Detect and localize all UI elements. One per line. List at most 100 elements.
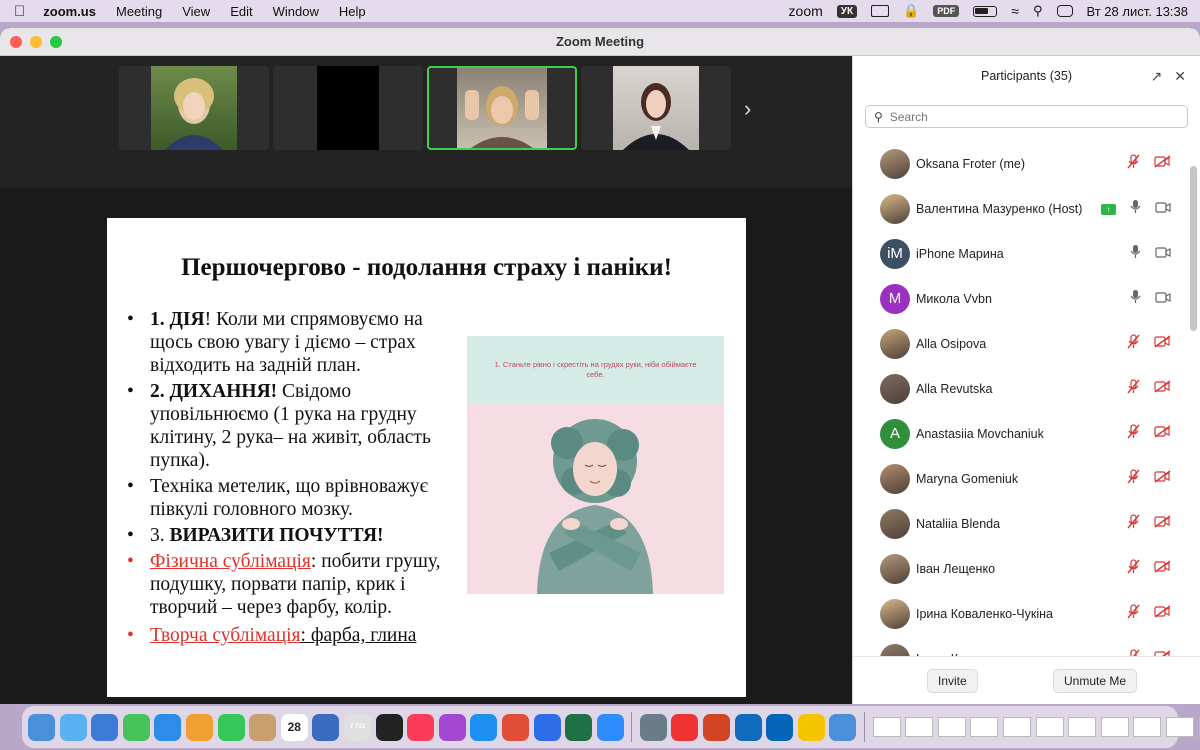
- minimized-window-thumbnail[interactable]: [1035, 717, 1064, 737]
- minimized-window-thumbnail[interactable]: [1133, 717, 1162, 737]
- stocks-icon[interactable]: [596, 713, 624, 741]
- participant-row[interactable]: Oksana Froter (me): [853, 141, 1189, 186]
- mic-muted-icon[interactable]: [1127, 334, 1140, 354]
- video-off-icon[interactable]: [1154, 605, 1171, 623]
- word-icon[interactable]: [375, 713, 403, 741]
- mail-icon[interactable]: 7 732: [343, 713, 371, 741]
- participant-row[interactable]: iM iPhone Марина: [853, 231, 1189, 276]
- video-thumbnail[interactable]: [273, 66, 423, 150]
- participant-search[interactable]: ⚲: [865, 105, 1188, 128]
- participant-list[interactable]: Oksana Froter (me) Валентина Мазуренко (H…: [853, 141, 1189, 656]
- pop-out-icon[interactable]: ↗: [1151, 68, 1163, 85]
- mic-muted-icon[interactable]: [1127, 424, 1140, 444]
- screen-mirror-icon[interactable]: [871, 5, 890, 17]
- mic-muted-icon[interactable]: [1127, 559, 1140, 579]
- video-off-icon[interactable]: [1154, 380, 1171, 398]
- reminders-icon[interactable]: [407, 713, 435, 741]
- menu-meeting[interactable]: Meeting: [116, 4, 162, 19]
- participant-row[interactable]: Ірина Коваленко-Чукіна: [853, 591, 1189, 636]
- wifi-icon[interactable]: ≈: [1011, 3, 1019, 19]
- participant-row[interactable]: Ірина Коваленко: [853, 636, 1189, 656]
- outlook-icon[interactable]: [797, 713, 825, 741]
- excel-icon[interactable]: [639, 713, 667, 741]
- minimized-window-thumbnail[interactable]: [905, 717, 934, 737]
- close-icon[interactable]: ✕: [1174, 68, 1186, 85]
- spotlight-search-icon[interactable]: ⚲: [1033, 3, 1043, 19]
- music-icon[interactable]: [470, 713, 498, 741]
- minimized-window-thumbnail[interactable]: [937, 717, 966, 737]
- tv-icon[interactable]: [438, 713, 466, 741]
- minimized-window-thumbnail[interactable]: [1003, 717, 1031, 737]
- mic-muted-icon[interactable]: [1127, 469, 1140, 489]
- video-off-icon[interactable]: [1154, 425, 1171, 443]
- minimized-window-thumbnail[interactable]: [970, 717, 999, 737]
- participant-row[interactable]: M Микола Vvbn: [853, 276, 1189, 321]
- powerpoint-icon[interactable]: [766, 713, 794, 741]
- clock-text[interactable]: Вт 28 лист. 13:38: [1087, 4, 1189, 19]
- input-language-badge[interactable]: УК: [836, 4, 858, 18]
- video-icon[interactable]: [1155, 290, 1171, 308]
- mic-icon[interactable]: [1130, 289, 1141, 309]
- mic-muted-icon[interactable]: [1127, 379, 1140, 399]
- menu-view[interactable]: View: [182, 4, 210, 19]
- battery-icon[interactable]: [973, 5, 998, 17]
- facetime-icon[interactable]: [217, 713, 245, 741]
- notes-icon[interactable]: [249, 713, 277, 741]
- pdf-badge[interactable]: PDF: [933, 5, 960, 17]
- participant-row[interactable]: Валентина Мазуренко (Host) ↑: [853, 186, 1189, 231]
- minimized-window-thumbnail[interactable]: [1068, 717, 1097, 737]
- finder-icon[interactable]: [28, 713, 55, 741]
- minimized-window-thumbnail[interactable]: [1100, 717, 1129, 737]
- pdf-icon[interactable]: [734, 713, 762, 741]
- participant-row[interactable]: Alla Osipova: [853, 321, 1189, 366]
- unmute-me-button[interactable]: Unmute Me: [1053, 669, 1138, 693]
- podcasts-icon[interactable]: [501, 713, 529, 741]
- video-icon[interactable]: [1155, 245, 1171, 263]
- participant-row[interactable]: Nataliia Blenda: [853, 501, 1189, 546]
- launchpad-icon[interactable]: [91, 713, 119, 741]
- menu-window[interactable]: Window: [273, 4, 319, 19]
- mic-muted-icon[interactable]: [1127, 514, 1140, 534]
- video-off-icon[interactable]: [1154, 335, 1171, 353]
- photos-icon[interactable]: [185, 713, 213, 741]
- video-off-icon[interactable]: [1154, 470, 1171, 488]
- video-icon[interactable]: [1155, 200, 1171, 218]
- contacts-icon[interactable]: [312, 713, 340, 741]
- participant-row[interactable]: Maryna Gomeniuk: [853, 456, 1189, 501]
- video-off-icon[interactable]: [1154, 515, 1171, 533]
- app-store-icon[interactable]: [533, 713, 561, 741]
- participant-row[interactable]: Alla Revutska: [853, 366, 1189, 411]
- chevron-right-icon[interactable]: ›: [744, 96, 751, 122]
- video-off-icon[interactable]: [1154, 560, 1171, 578]
- mic-icon[interactable]: [1130, 244, 1141, 264]
- zoom-status-label[interactable]: zoom: [789, 3, 823, 19]
- invite-button[interactable]: Invite: [927, 669, 978, 693]
- menu-help[interactable]: Help: [339, 4, 366, 19]
- participant-row[interactable]: A Anastasiia Movchaniuk: [853, 411, 1189, 456]
- mic-muted-icon[interactable]: [1127, 649, 1140, 656]
- minimized-window-thumbnail[interactable]: [1165, 717, 1194, 737]
- stickies-icon[interactable]: [829, 713, 857, 741]
- mic-icon[interactable]: [1130, 199, 1141, 219]
- video-thumbnail[interactable]: [581, 66, 731, 150]
- control-center-icon[interactable]: [1056, 5, 1073, 17]
- participant-list-scrollbar[interactable]: [1190, 166, 1197, 331]
- preview-icon[interactable]: [703, 713, 731, 741]
- messages-icon[interactable]: [122, 713, 150, 741]
- search-input[interactable]: [889, 109, 1170, 124]
- menu-edit[interactable]: Edit: [230, 4, 252, 19]
- maps-icon[interactable]: [154, 713, 182, 741]
- safari-icon[interactable]: [59, 713, 87, 741]
- system-preferences-icon[interactable]: [565, 713, 593, 741]
- mic-muted-icon[interactable]: [1127, 604, 1140, 624]
- minimized-window-thumbnail[interactable]: [872, 717, 901, 737]
- menu-app-name[interactable]: zoom.us: [43, 4, 96, 19]
- video-off-icon[interactable]: [1154, 155, 1171, 173]
- lock-icon[interactable]: 🔒: [903, 3, 919, 19]
- mic-muted-icon[interactable]: [1127, 154, 1140, 174]
- video-thumbnail[interactable]: [119, 66, 269, 150]
- zoom-icon[interactable]: [671, 713, 699, 741]
- video-thumbnail-active-speaker[interactable]: [427, 66, 577, 150]
- participant-row[interactable]: Іван Лещенко: [853, 546, 1189, 591]
- apple-menu-icon[interactable]: : [14, 3, 25, 20]
